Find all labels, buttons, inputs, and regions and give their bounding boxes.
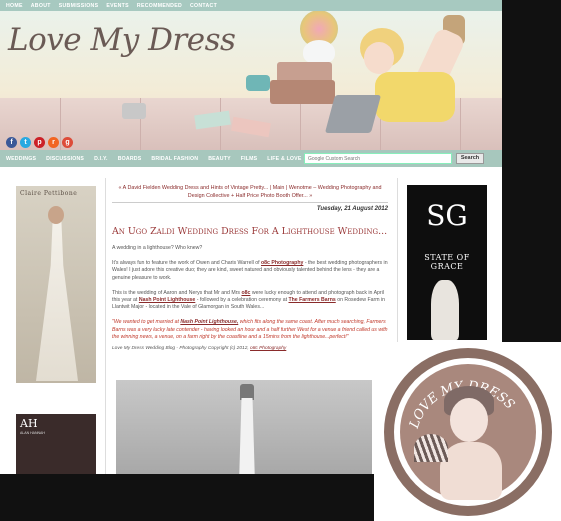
post-quote: "We wanted to get married at Nash Point … (112, 319, 388, 341)
telephone (246, 75, 270, 91)
dark-backdrop-right (501, 0, 561, 345)
lighthouse-lantern (240, 384, 254, 400)
ad-subtitle: ALAN HANNAH (20, 431, 45, 435)
header-illustration: HOME ABOUT SUBMISSIONS EVENTS RECOMMENDE… (0, 0, 502, 150)
topnav-recommended[interactable]: RECOMMENDED (137, 3, 182, 9)
post-paragraph: It's always fun to feature the work of O… (112, 260, 388, 282)
claire-pettibone-ad[interactable]: Claire Pettibone (16, 186, 96, 383)
floorboard-line (460, 98, 461, 150)
floorboard-line (300, 98, 301, 150)
swan-ornament (303, 40, 335, 64)
nash-point-link[interactable]: Nash Point Lighthouse (139, 297, 196, 303)
googleplus-icon[interactable]: g (62, 137, 73, 148)
text: Love My Dress Wedding Blog - Photography… (112, 346, 251, 352)
post-date: Tuesday, 21 August 2012 (316, 206, 388, 212)
ad-logo: AH (20, 417, 38, 430)
love-my-dress-badge: LOVE MY DRESS (374, 342, 561, 521)
alan-hannah-ad[interactable]: AH ALAN HANNAH (16, 414, 96, 474)
text: - followed by a celebration ceremony at (195, 297, 289, 304)
o8c-photography-link[interactable]: o8c Photography (250, 346, 286, 351)
topnav-about[interactable]: ABOUT (31, 3, 51, 9)
main-link[interactable]: Main (273, 185, 285, 191)
facebook-icon[interactable]: f (6, 137, 17, 148)
post-content: « A David Fielden Wedding Dress and Hint… (112, 185, 388, 351)
topnav-events[interactable]: EVENTS (106, 3, 129, 9)
ad-title: Claire Pettibone (20, 190, 78, 197)
lady-face (450, 398, 488, 442)
post-title[interactable]: An Ugo Zaldi Wedding Dress For A Lightho… (112, 226, 388, 237)
search-button[interactable]: Search (456, 153, 484, 164)
screenshot-frame: HOME ABOUT SUBMISSIONS EVENTS RECOMMENDE… (0, 0, 561, 521)
nav-weddings[interactable]: WEDDINGS (6, 156, 36, 162)
top-nav: HOME ABOUT SUBMISSIONS EVENTS RECOMMENDE… (0, 0, 502, 11)
bride-figure (431, 280, 459, 340)
nav-life-love[interactable]: LIFE & LOVE (267, 156, 301, 162)
post-paragraph: This is the wedding of Aaron and Nerys t… (112, 290, 388, 312)
girl-face (364, 42, 394, 74)
floorboard-line (60, 98, 61, 150)
nav-separator: | (269, 185, 272, 191)
dark-backdrop-bottom (0, 473, 380, 521)
nav-beauty[interactable]: BEAUTY (208, 156, 231, 162)
bridal-dress (36, 216, 78, 381)
post-nav-links: « A David Fielden Wedding Dress and Hint… (112, 185, 388, 203)
state-of-grace-ad[interactable]: SG STATE OF GRACE (407, 185, 487, 340)
text: "We wanted to get married at (112, 319, 181, 326)
nav-bridal-fashion[interactable]: BRIDAL FASHION (151, 156, 198, 162)
suitcase (270, 80, 335, 104)
text: This is the wedding of Aaron and Nerys t… (112, 289, 242, 296)
topnav-submissions[interactable]: SUBMISSIONS (59, 3, 99, 9)
topnav-home[interactable]: HOME (6, 3, 23, 9)
camera (122, 103, 146, 119)
girl-body (375, 72, 455, 122)
nav-films[interactable]: FILMS (241, 156, 258, 162)
post-paragraph: A wedding in a lighthouse? Who knew? (112, 245, 203, 251)
o8c-link[interactable]: o8c Photography (261, 260, 303, 266)
site-logo[interactable]: Love My Dress (8, 22, 236, 58)
rss-icon[interactable]: r (48, 137, 59, 148)
nav-discussions[interactable]: DISCUSSIONS (46, 156, 84, 162)
pinterest-icon[interactable]: p (34, 137, 45, 148)
model-head (48, 206, 64, 224)
nav-boards[interactable]: BOARDS (118, 156, 142, 162)
lady-body (440, 442, 502, 500)
text: It's always fun to feature the work of O… (112, 260, 261, 267)
twitter-icon[interactable]: t (20, 137, 31, 148)
farmers-barns-link[interactable]: The Farmers Barns (288, 297, 335, 303)
nav-diy[interactable]: D.I.Y. (94, 156, 108, 162)
nash-point-link[interactable]: Nash Point Lighthouse, (180, 319, 238, 325)
photo-credit: Love My Dress Wedding Blog - Photography… (112, 346, 388, 351)
ad-title: STATE OF GRACE (424, 253, 470, 271)
prev-post-link[interactable]: « A David Fielden Wedding Dress and Hint… (118, 185, 268, 191)
column-divider (105, 178, 106, 474)
fan-icon (414, 434, 448, 462)
search-input[interactable]: Google Custom Search (304, 153, 452, 164)
topnav-contact[interactable]: CONTACT (190, 3, 217, 9)
nav-separator: | (285, 185, 288, 191)
ad-logo: SG (426, 199, 468, 232)
